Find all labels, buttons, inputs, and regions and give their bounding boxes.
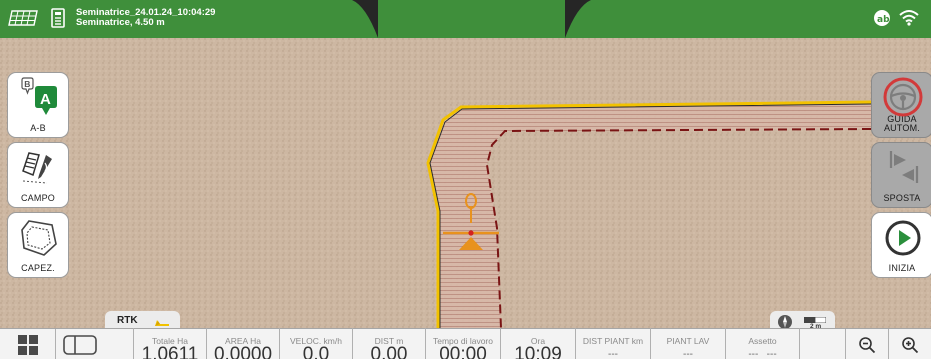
- implement-subtitle: Seminatrice, 4.50 m: [76, 17, 165, 28]
- svg-text:ab: ab: [877, 15, 890, 25]
- steering-wheel-icon: [883, 77, 923, 117]
- metric-clock[interactable]: Ora 10:09: [500, 328, 575, 359]
- capezzagna-label: CAPEZ.: [21, 263, 55, 273]
- metric-distance[interactable]: DIST m 0.00: [352, 328, 425, 359]
- field-grid-icon[interactable]: [8, 10, 38, 26]
- bar-notch-right: [565, 0, 591, 38]
- metric-header: Assetto: [748, 336, 777, 346]
- shift-button[interactable]: SPOSTA: [871, 142, 931, 208]
- headland-icon: [21, 220, 57, 256]
- metric-header: PIANT LAV: [666, 336, 710, 346]
- metric-attitude[interactable]: Assetto --- ---: [725, 328, 800, 359]
- autosteer-button[interactable]: GUIDA AUTOM.: [871, 72, 931, 138]
- metric-speed[interactable]: VELOC. km/h 0.0: [279, 328, 352, 359]
- zoom-in-button[interactable]: [888, 329, 931, 359]
- wifi-icon: [899, 10, 919, 26]
- metric-value: 00:00: [439, 344, 487, 359]
- metric-header: DIST PIANT km: [582, 336, 644, 346]
- gps-receiver-icon: ab: [874, 10, 890, 26]
- zoom-out-icon: [859, 336, 876, 353]
- metric-value: 0.00: [370, 344, 408, 359]
- svg-text:B: B: [24, 79, 30, 89]
- zoom-out-button[interactable]: [845, 329, 888, 359]
- start-label: INIZIA: [888, 263, 916, 273]
- metrics-strip: Totale Ha 1.0611 AREA Ha 0.0000 VELOC. k…: [133, 328, 800, 359]
- zoom-in-icon: [902, 336, 919, 353]
- ab-line-label: A-B: [30, 123, 46, 133]
- svg-text:A: A: [40, 91, 51, 108]
- grid-view-button[interactable]: [0, 329, 56, 359]
- metric-value: 0.0: [302, 344, 330, 359]
- split-view-button[interactable]: [56, 329, 104, 359]
- field-draw-icon: [22, 152, 52, 184]
- metric-total-ha[interactable]: Totale Ha 1.0611: [133, 328, 206, 359]
- top-status-bar: Seminatrice_24.01.24_10:04:29 Seminatric…: [0, 0, 931, 38]
- signal-quality-icon: [155, 320, 169, 326]
- rtk-label: RTK: [117, 315, 138, 326]
- field-map[interactable]: [0, 38, 931, 328]
- metric-area-ha[interactable]: AREA Ha 0.0000: [206, 328, 279, 359]
- metric-value: 10:09: [514, 344, 562, 359]
- capezzagna-button[interactable]: CAPEZ.: [7, 212, 69, 278]
- campo-button[interactable]: CAMPO: [7, 142, 69, 208]
- metric-value: 0.0000: [213, 344, 273, 359]
- metric-work-time[interactable]: Tempo di lavoro 00:00: [425, 328, 500, 359]
- task-titles: Seminatrice_24.01.24_10:04:29 Seminatric…: [76, 8, 215, 28]
- metric-value: ---: [608, 349, 618, 359]
- metric-plants-worked[interactable]: PIANT LAV ---: [650, 328, 725, 359]
- split-view-icon: [63, 334, 97, 355]
- metric-value: ---: [683, 349, 693, 359]
- play-icon: [885, 220, 921, 256]
- start-button[interactable]: INIZIA: [871, 212, 931, 278]
- bar-notch-left: [352, 0, 378, 38]
- shift-icon: [889, 151, 919, 183]
- ab-line-icon: B A: [21, 77, 57, 115]
- metric-value: 1.0611: [141, 344, 199, 359]
- metric-plant-distance[interactable]: DIST PIANT km ---: [575, 328, 650, 359]
- task-document-icon[interactable]: [51, 8, 65, 28]
- grid-icon: [17, 334, 38, 355]
- metric-value: --- ---: [748, 349, 777, 359]
- shift-label: SPOSTA: [883, 193, 921, 203]
- ab-line-button[interactable]: B A A-B: [7, 72, 69, 138]
- campo-label: CAMPO: [20, 193, 55, 203]
